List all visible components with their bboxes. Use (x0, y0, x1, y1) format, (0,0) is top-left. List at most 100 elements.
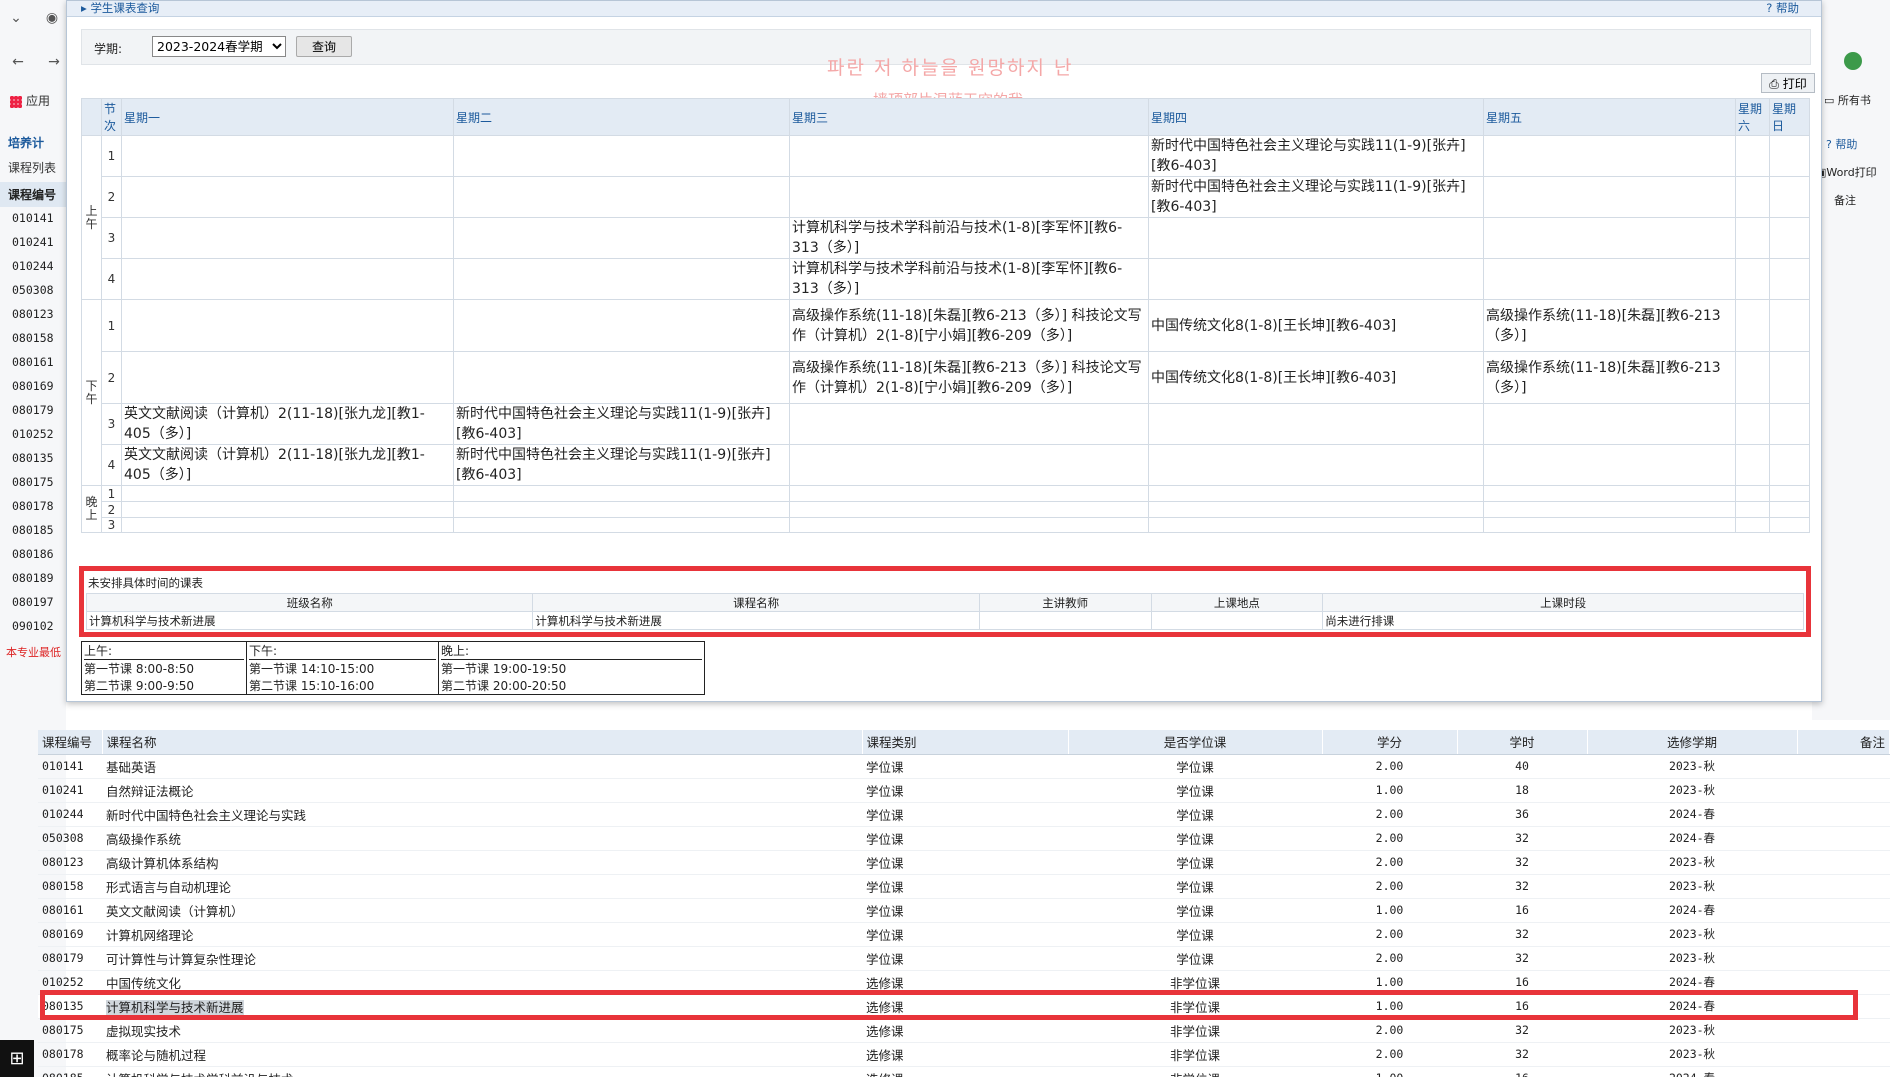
course-row[interactable]: 080178 概率论与随机过程 选修课 非学位课 2.00 32 2023-秋 (38, 1042, 1890, 1067)
col-credits[interactable]: 学分 (1322, 730, 1458, 755)
schedule-cell-thu (1148, 501, 1484, 518)
schedule-cell-thu: 中国传统文化8(1-8)[王长坤][教6-403] (1148, 351, 1484, 404)
col-degree[interactable]: 是否学位课 (1068, 730, 1323, 755)
course-row[interactable]: 080179 可计算性与计算复杂性理论 学位课 学位课 2.00 32 2023-秋 (38, 946, 1890, 971)
timetable-row: 4 计算机科学与技术学科前沿与技术(1-8)[李军怀][教6-313（多）] (82, 258, 1810, 300)
schedule-cell-wed: 计算机科学与技术学科前沿与技术(1-8)[李军怀][教6-313（多）] (789, 258, 1149, 300)
course-row[interactable]: 080185计算机科学与技术学科前沿与技术选修课非学位课1.00162024-春 (38, 1066, 1890, 1077)
term: 2023-秋 (1587, 850, 1797, 875)
background-code: 080178 (12, 499, 54, 513)
col-hours[interactable]: 学时 (1457, 730, 1588, 755)
back-help[interactable]: ? 帮助 (1826, 136, 1857, 152)
remark (1797, 874, 1890, 899)
course-row[interactable]: 010241 自然辩证法概论 学位课 学位课 1.00 18 2023-秋 (38, 778, 1890, 803)
schedule-cell-fri (1483, 485, 1736, 502)
schedule-cell-mon: 英文文献阅读（计算机）2(11-18)[张九龙][教1-405（多）] (121, 444, 454, 486)
course-name: 概率论与随机过程 (102, 1042, 862, 1067)
schedule-cell-wed (789, 403, 1149, 445)
afternoon-times: 下午: 第一节课 14:10-15:00 第二节课 15:10-16:00 (246, 641, 439, 695)
schedule-cell-sun (1769, 299, 1810, 352)
unscheduled-header-class: 班级名称 (85, 593, 534, 612)
schedule-cell-fri (1483, 135, 1736, 177)
course-code: 010141 (38, 754, 102, 779)
morning-label: 上午: (84, 642, 244, 660)
col-category[interactable]: 课程类别 (862, 730, 1069, 755)
course-code: 010241 (38, 778, 102, 803)
col-remark[interactable]: 备注 (1797, 730, 1890, 755)
tab-menu-icon[interactable]: ⌄ (4, 6, 28, 30)
block-label: 上午 (81, 135, 102, 300)
remark (1797, 1042, 1890, 1067)
profile-avatar[interactable] (1844, 52, 1862, 70)
course-list-table: 课程编号 课程名称 课程类别 是否学位课 学分 学时 选修学期 备注 01014… (38, 730, 1890, 1077)
timetable-row: 2 高级操作系统(11-18)[朱磊][教6-213（多）] 科技论文写作（计算机… (82, 351, 1810, 404)
apps-label: 应用 (26, 94, 51, 108)
degree-flag: 学位课 (1068, 802, 1322, 827)
browser-right-chrome: ▭ 所有书 ? 帮助 ▣Word打印 备注 (1812, 0, 1890, 720)
schedule-cell-sat (1735, 135, 1770, 177)
credits: 1.00 (1322, 1066, 1457, 1077)
degree-flag: 学位课 (1068, 922, 1322, 947)
hours: 32 (1457, 946, 1587, 971)
col-term[interactable]: 选修学期 (1587, 730, 1798, 755)
unscheduled-header-teacher: 主讲教师 (978, 593, 1152, 612)
course-category: 选修课 (862, 1018, 1068, 1043)
unscheduled-teacher (978, 611, 1152, 630)
header-period: 节次 (101, 98, 122, 136)
course-name: 虚拟现实技术 (102, 1018, 862, 1043)
term: 2024-春 (1587, 802, 1797, 827)
word-print-button[interactable]: ▣Word打印 (1816, 164, 1877, 180)
query-button[interactable]: 查询 (296, 36, 352, 57)
credits: 2.00 (1322, 874, 1457, 899)
credits: 1.00 (1322, 778, 1457, 803)
schedule-cell-thu (1148, 258, 1484, 300)
print-button[interactable]: ⎙ 打印 (1761, 73, 1815, 93)
schedule-cell-tue (453, 217, 790, 259)
schedule-cell-tue (453, 176, 790, 218)
credits: 2.00 (1322, 1042, 1457, 1067)
schedule-cell-sun (1769, 444, 1810, 486)
course-row[interactable]: 080175 虚拟现实技术 选修课 非学位课 2.00 32 2023-秋 (38, 1018, 1890, 1043)
course-row[interactable]: 080161 英文文献阅读（计算机） 学位课 学位课 1.00 16 2024-春 (38, 898, 1890, 923)
course-code-header: 课程编号 (0, 182, 66, 207)
remark (1797, 1018, 1890, 1043)
schedule-cell-thu (1148, 444, 1484, 486)
schedule-cell-sat (1735, 299, 1770, 352)
schedule-cell-sat (1735, 501, 1770, 518)
schedule-cell-wed (789, 501, 1149, 518)
schedule-cell-sun (1769, 217, 1810, 259)
col-code[interactable]: 课程编号 (38, 730, 103, 755)
schedule-cell-sun (1769, 258, 1810, 300)
col-name[interactable]: 课程名称 (102, 730, 863, 755)
schedule-cell-thu: 新时代中国特色社会主义理论与实践11(1-9)[张卉][教6-403] (1148, 135, 1484, 177)
course-row[interactable]: 080123 高级计算机体系结构 学位课 学位课 2.00 32 2023-秋 (38, 850, 1890, 875)
back-arrow-icon[interactable]: ← (6, 50, 30, 74)
course-category: 学位课 (862, 802, 1068, 827)
unscheduled-location (1150, 611, 1324, 630)
schedule-cell-sun (1769, 517, 1810, 533)
popup-title: 学生课表查询 (90, 1, 160, 15)
schedule-cell-mon (121, 517, 454, 533)
course-row[interactable]: 080135 计算机科学与技术新进展 选修课 非学位课 1.00 16 2024-春 (38, 994, 1890, 1019)
course-row[interactable]: 080158 形式语言与自动机理论 学位课 学位课 2.00 32 2023-秋 (38, 874, 1890, 899)
popup-help-link[interactable]: ? 帮助 (1766, 1, 1799, 15)
term-select[interactable]: 2023-2024春学期 (152, 36, 286, 57)
course-row[interactable]: 010141 基础英语 学位课 学位课 2.00 40 2023-秋 (38, 754, 1890, 779)
course-code: 010252 (38, 970, 102, 995)
background-code: 010252 (12, 427, 54, 441)
course-row[interactable]: 080169 计算机网络理论 学位课 学位课 2.00 32 2023-秋 (38, 922, 1890, 947)
course-row[interactable]: 010244 新时代中国特色社会主义理论与实践 学位课 学位课 2.00 36 2024-春 (38, 802, 1890, 827)
apps-bookmark[interactable]: 应用 (10, 92, 50, 109)
course-row[interactable]: 050308 高级操作系统 学位课 学位课 2.00 32 2024-春 (38, 826, 1890, 851)
background-codes: 010141 010241 010244 050308 080123 080158 0801… (0, 207, 66, 639)
course-row[interactable]: 010252 中国传统文化 选修课 非学位课 1.00 16 2024-春 (38, 970, 1890, 995)
folder-icon: ▭ (1824, 94, 1835, 107)
windows-start-button[interactable]: ⊞ (0, 1040, 34, 1077)
period-number: 2 (101, 501, 122, 518)
forward-arrow-icon[interactable]: → (42, 50, 66, 74)
afternoon-p1: 第一节课 14:10-15:00 (249, 662, 375, 676)
training-plan-tab[interactable]: 培养计 (0, 130, 66, 155)
schedule-cell-sun (1769, 176, 1810, 218)
schedule-cell-mon (121, 135, 454, 177)
all-bookmarks[interactable]: ▭ 所有书 (1824, 92, 1871, 108)
